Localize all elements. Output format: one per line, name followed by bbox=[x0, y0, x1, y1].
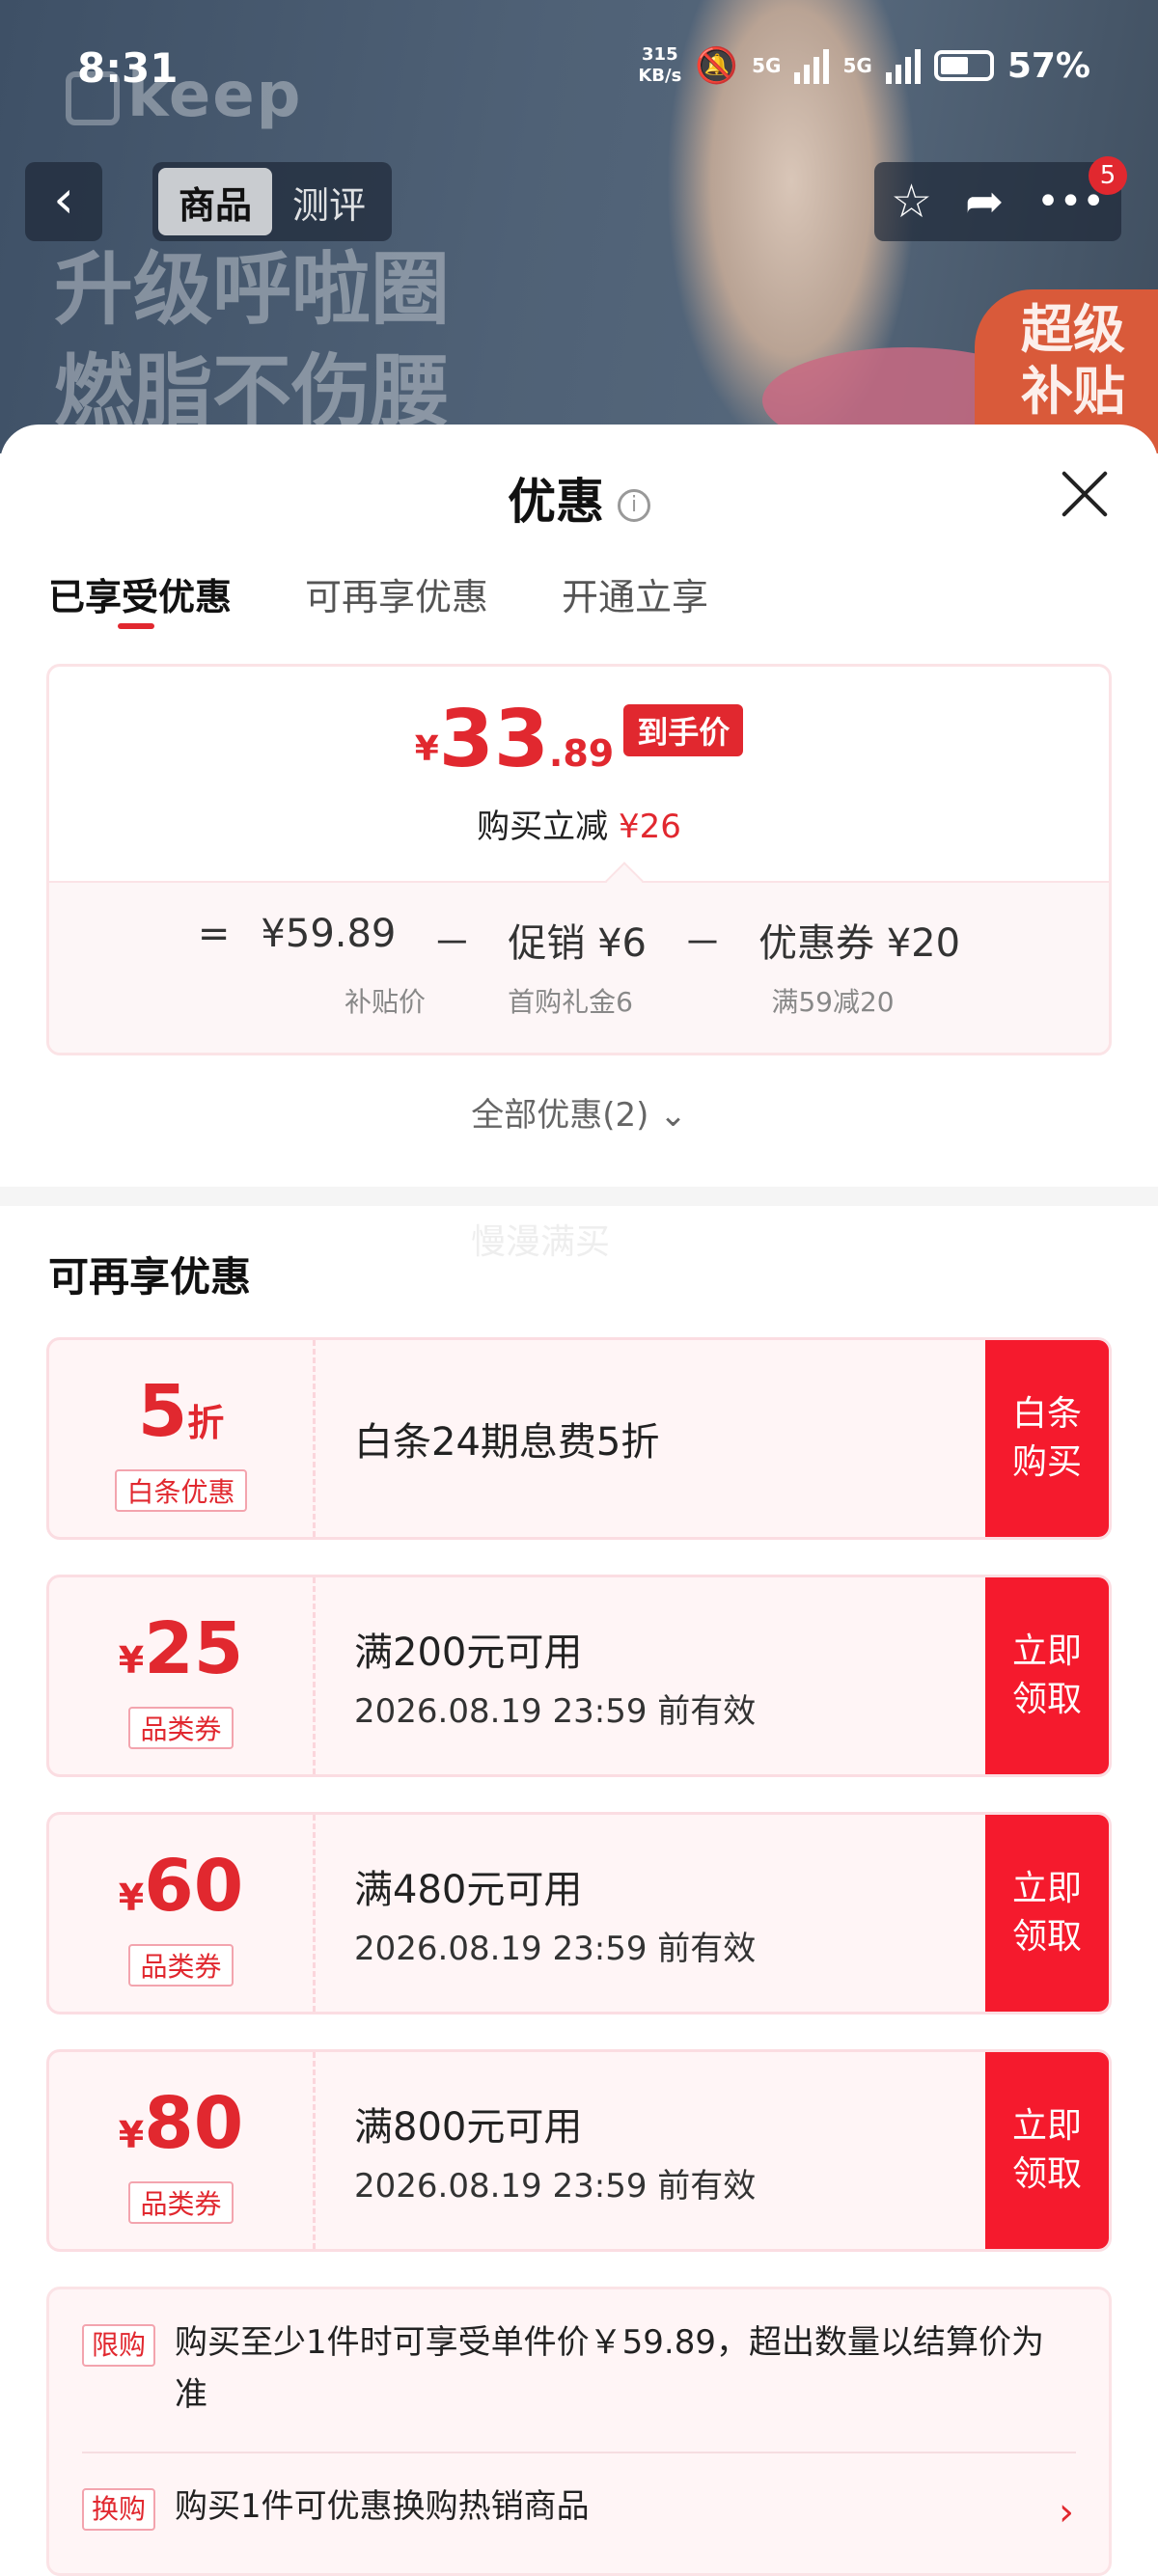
promo-discount: 促销 ¥6 bbox=[508, 921, 648, 966]
claim-button[interactable]: 立即 领取 bbox=[985, 1815, 1109, 2012]
tab-enjoyed[interactable]: 已享受优惠 bbox=[48, 567, 232, 629]
purchase-limit-rule: 限购 购买至少1件时可享受单件价￥59.89，超出数量以结算价为准 bbox=[82, 2316, 1076, 2421]
close-icon[interactable] bbox=[1060, 469, 1110, 519]
coupon-card: 5折 白条优惠 白条24期息费5折 白条 购买 bbox=[46, 1337, 1112, 1540]
coupon-amount: ¥60 bbox=[118, 1845, 244, 1928]
action-group: ☆ ➦ ••• 5 bbox=[874, 156, 1127, 241]
chevron-right-icon[interactable]: › bbox=[1059, 2490, 1074, 2535]
discount-tabs: 已享受优惠 可再享优惠 开通立享 bbox=[48, 567, 708, 629]
network-type: 5G bbox=[752, 54, 782, 77]
all-discounts-link[interactable]: 全部优惠(2) ⌄ bbox=[0, 1088, 1158, 1136]
tab-more[interactable]: 可再享优惠 bbox=[305, 567, 488, 620]
coupon-amount: ¥25 bbox=[118, 1607, 244, 1690]
claim-button[interactable]: 立即 领取 bbox=[985, 1577, 1109, 1774]
claim-button[interactable]: 立即 领取 bbox=[985, 2052, 1109, 2249]
star-icon[interactable]: ☆ bbox=[891, 175, 932, 229]
coupon-amount: 5折 bbox=[137, 1370, 225, 1453]
final-price-card: ¥33.89 到手价 购买立减 ¥26 = ¥59.89 － 促销 ¥6 － 优惠… bbox=[46, 664, 1112, 1055]
coupon-type: 品类券 bbox=[128, 1707, 234, 1749]
signal-icon bbox=[794, 47, 830, 84]
top-nav: ‹ 商品 测评 ☆ ➦ ••• 5 bbox=[0, 156, 1158, 243]
chevron-down-icon: ⌄ bbox=[659, 1096, 687, 1135]
purchase-rules: 限购 购买至少1件时可享受单件价￥59.89，超出数量以结算价为准 换购 购买1… bbox=[46, 2287, 1112, 2576]
mute-icon: 🔕 bbox=[695, 46, 739, 86]
clock: 8:31 bbox=[77, 44, 179, 92]
coupon-desc: 白条24期息费5折 bbox=[354, 1420, 660, 1465]
coupon-expiry: 2026.08.19 23:59 前有效 bbox=[354, 1691, 757, 1731]
coupon-expiry: 2026.08.19 23:59 前有效 bbox=[354, 2166, 757, 2206]
network-speed: 315 KB/s bbox=[638, 44, 682, 86]
share-icon[interactable]: ➦ bbox=[965, 175, 1004, 229]
coupon-discount: 优惠券 ¥20 bbox=[758, 921, 961, 966]
status-bar: 8:31 315 KB/s 🔕 5G 5G 57% bbox=[0, 0, 1158, 106]
hero-slogan: 升级呼啦圈 燃脂不伤腰 bbox=[54, 244, 451, 438]
tab-activate[interactable]: 开通立享 bbox=[562, 567, 708, 620]
coupon-card: ¥80 品类券 满800元可用 2026.08.19 23:59 前有效 立即 领取 bbox=[46, 2049, 1112, 2252]
coupon-expiry: 2026.08.19 23:59 前有效 bbox=[354, 1929, 757, 1968]
final-price-tag: 到手价 bbox=[623, 704, 744, 756]
price-formula: = ¥59.89 － 促销 ¥6 － 优惠券 ¥20 bbox=[197, 912, 961, 966]
section-title: 可再享优惠 bbox=[48, 1253, 252, 1301]
info-icon[interactable]: i bbox=[618, 488, 650, 522]
watermark: 慢漫满买 bbox=[471, 1222, 611, 1262]
sheet-title: 优惠 i bbox=[0, 463, 1158, 533]
battery-level: 57% bbox=[1006, 45, 1090, 86]
limit-tag: 限购 bbox=[82, 2324, 156, 2367]
signal-icon-2 bbox=[885, 47, 921, 84]
exchange-rule[interactable]: 换购 购买1件可优惠换购热销商品 bbox=[82, 2480, 1076, 2533]
battery-icon bbox=[933, 50, 994, 81]
network-type-2: 5G bbox=[842, 54, 872, 77]
page-switch: 商品 测评 bbox=[152, 162, 392, 241]
tab-review[interactable]: 测评 bbox=[272, 168, 386, 235]
coupon-condition: 满200元可用 bbox=[354, 1630, 583, 1675]
divider bbox=[0, 1187, 1158, 1206]
coupon-type: 品类券 bbox=[128, 1944, 234, 1987]
tab-product[interactable]: 商品 bbox=[158, 168, 272, 235]
discount-sheet: 优惠 i 已享受优惠 可再享优惠 开通立享 ¥33.89 到手价 购买立减 ¥26 … bbox=[0, 425, 1158, 2576]
baitiao-buy-button[interactable]: 白条 购买 bbox=[985, 1340, 1109, 1537]
coupon-condition: 满480元可用 bbox=[354, 1867, 583, 1912]
instant-saving: 购买立减 ¥26 bbox=[477, 808, 681, 846]
promo-label: 首购礼金6 bbox=[508, 986, 633, 1018]
back-button[interactable]: ‹ bbox=[25, 162, 102, 241]
base-price: ¥59.89 bbox=[261, 912, 397, 956]
coupon-card: ¥60 品类券 满480元可用 2026.08.19 23:59 前有效 立即 领取 bbox=[46, 1812, 1112, 2014]
coupon-type: 品类券 bbox=[128, 2181, 234, 2224]
divider bbox=[82, 2452, 1076, 2453]
coupon-condition: 满800元可用 bbox=[354, 2104, 583, 2150]
coupon-label: 满59减20 bbox=[771, 986, 895, 1018]
coupon-type: 白条优惠 bbox=[115, 1469, 247, 1512]
notification-badge: 5 bbox=[1089, 156, 1127, 195]
final-price: ¥33.89 到手价 bbox=[49, 694, 1109, 785]
exchange-tag: 换购 bbox=[82, 2488, 156, 2531]
coupon-amount: ¥80 bbox=[118, 2082, 244, 2165]
coupon-card: ¥25 品类券 满200元可用 2026.08.19 23:59 前有效 立即 领取 bbox=[46, 1575, 1112, 1777]
